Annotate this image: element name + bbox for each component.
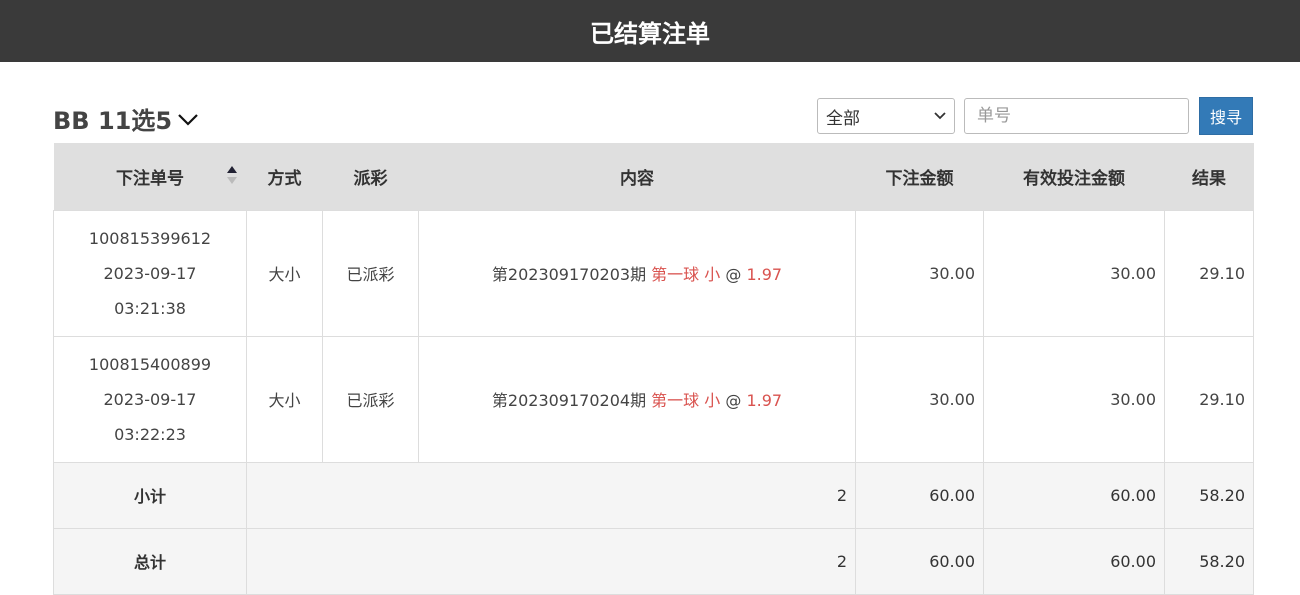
content-odds: 1.97 — [746, 391, 783, 410]
col-header-result: 结果 — [1164, 143, 1254, 210]
order-time: 03:21:38 — [114, 298, 186, 318]
content-at: @ — [725, 265, 742, 284]
total-valid-amount: 60.00 — [983, 527, 1165, 595]
total-row: 总计 2 60.00 60.00 58.20 — [53, 527, 1254, 595]
result-cell: 29.10 — [1164, 209, 1254, 337]
col-header-content: 内容 — [418, 143, 856, 210]
order-cell: 100815399612 2023-09-17 03:21:38 — [53, 209, 247, 337]
order-cell: 100815400899 2023-09-17 03:22:23 — [53, 335, 247, 463]
valid-amount-cell: 30.00 — [983, 209, 1165, 337]
search-button[interactable]: 搜寻 — [1199, 97, 1253, 135]
select-arrow-icon — [934, 112, 946, 120]
col-header-payout: 派彩 — [322, 143, 419, 210]
table-row: 100815399612 2023-09-17 03:21:38 大小 已派彩 … — [53, 209, 1254, 337]
order-number-input[interactable] — [964, 98, 1189, 134]
bets-table: 下注单号 方式 派彩 内容 下注金额 有效投注金额 结果 10081539961… — [53, 143, 1254, 595]
total-label: 总计 — [53, 527, 247, 595]
bet-amount-cell: 30.00 — [855, 335, 984, 463]
content-pick: 第一球 小 — [651, 265, 721, 284]
order-number: 100815400899 — [88, 354, 212, 374]
method-cell: 大小 — [246, 209, 323, 337]
subtotal-bet-amount: 60.00 — [855, 461, 984, 529]
content-cell: 第202309170204期 第一球 小 @ 1.97 — [418, 335, 856, 463]
total-result: 58.20 — [1164, 527, 1254, 595]
content-at: @ — [725, 391, 742, 410]
content-odds: 1.97 — [746, 265, 783, 284]
content-cell: 第202309170203期 第一球 小 @ 1.97 — [418, 209, 856, 337]
col-header-method: 方式 — [246, 143, 323, 210]
subtotal-label: 小计 — [53, 461, 247, 529]
result-cell: 29.10 — [1164, 335, 1254, 463]
page-title: 已结算注单 — [590, 19, 710, 48]
order-date: 2023-09-17 — [103, 389, 197, 409]
filter-selected-value: 全部 — [826, 108, 860, 129]
top-bar: 已结算注单 — [0, 0, 1300, 62]
subtotal-count: 2 — [246, 461, 856, 529]
status-filter-select[interactable]: 全部 — [817, 98, 955, 134]
subtotal-result: 58.20 — [1164, 461, 1254, 529]
sort-icon[interactable] — [226, 165, 237, 187]
payout-cell: 已派彩 — [322, 209, 419, 337]
chevron-down-icon — [178, 113, 198, 126]
order-date: 2023-09-17 — [103, 263, 197, 283]
content-period: 第202309170203期 — [491, 265, 647, 284]
method-cell: 大小 — [246, 335, 323, 463]
subtotal-row: 小计 2 60.00 60.00 58.20 — [53, 461, 1254, 529]
total-count: 2 — [246, 527, 856, 595]
valid-amount-cell: 30.00 — [983, 335, 1165, 463]
content-period: 第202309170204期 — [491, 391, 647, 410]
bet-amount-cell: 30.00 — [855, 209, 984, 337]
subtotal-valid-amount: 60.00 — [983, 461, 1165, 529]
col-header-bet-amount: 下注金额 — [855, 143, 984, 210]
payout-cell: 已派彩 — [322, 335, 419, 463]
content-pick: 第一球 小 — [651, 391, 721, 410]
col-header-order-no[interactable]: 下注单号 — [53, 143, 247, 210]
table-row: 100815400899 2023-09-17 03:22:23 大小 已派彩 … — [53, 335, 1254, 463]
game-selector[interactable]: BB 11选5 — [53, 101, 200, 136]
order-number: 100815399612 — [88, 228, 212, 248]
order-time: 03:22:23 — [114, 424, 186, 444]
col-header-valid-amount: 有效投注金额 — [983, 143, 1165, 210]
total-bet-amount: 60.00 — [855, 527, 984, 595]
game-name: BB 11选5 — [53, 107, 173, 135]
toolbar: BB 11选5 全部 搜寻 — [53, 97, 1253, 135]
table-header-row: 下注单号 方式 派彩 内容 下注金额 有效投注金额 结果 — [53, 143, 1254, 210]
